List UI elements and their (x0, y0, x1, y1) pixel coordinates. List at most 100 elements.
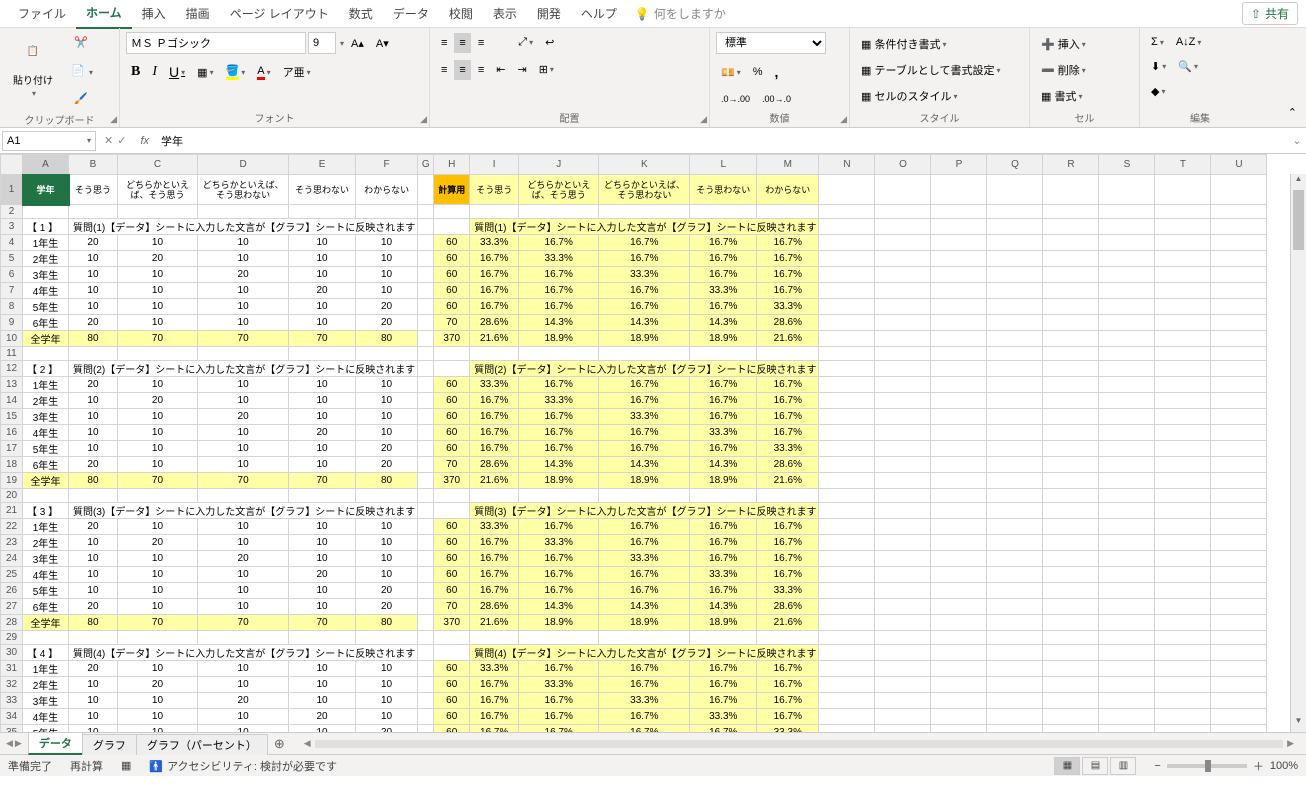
cell[interactable] (690, 631, 757, 645)
cell[interactable]: 10 (69, 251, 118, 267)
cell[interactable]: 10 (69, 693, 118, 709)
cell[interactable]: 10 (198, 425, 289, 441)
cell[interactable]: 60 (434, 519, 470, 535)
cell[interactable]: 16.7% (690, 441, 757, 457)
cell[interactable] (418, 615, 434, 631)
cell[interactable] (418, 551, 434, 567)
cell[interactable] (987, 205, 1043, 219)
cell[interactable] (1043, 251, 1099, 267)
cell[interactable]: 20 (355, 583, 417, 599)
cell[interactable] (1211, 441, 1267, 457)
cell[interactable] (1155, 567, 1211, 583)
cell[interactable]: 16.7% (690, 725, 757, 733)
cell[interactable]: 10 (355, 235, 417, 251)
row-header-32[interactable]: 32 (1, 677, 23, 693)
cell[interactable] (690, 347, 757, 361)
cell[interactable] (1099, 393, 1155, 409)
cell[interactable] (1211, 267, 1267, 283)
cell[interactable]: 16.7% (599, 425, 690, 441)
row-header-19[interactable]: 19 (1, 473, 23, 489)
cell[interactable] (1155, 693, 1211, 709)
cell[interactable] (1099, 693, 1155, 709)
cell[interactable] (1043, 219, 1099, 235)
cell[interactable]: 10 (117, 457, 197, 473)
cell[interactable] (931, 503, 987, 519)
cell[interactable]: 16.7% (519, 583, 599, 599)
cell[interactable]: 20 (198, 267, 289, 283)
cell[interactable]: 18.9% (599, 615, 690, 631)
font-size-select[interactable] (308, 32, 336, 54)
cell[interactable] (1043, 283, 1099, 299)
cell[interactable] (875, 473, 931, 489)
cell[interactable]: 16.7% (519, 551, 599, 567)
align-center-button[interactable]: ≡ (454, 60, 470, 80)
col-header-B[interactable]: B (69, 155, 118, 175)
vertical-scrollbar[interactable]: ▲ ▼ (1290, 174, 1306, 732)
cell[interactable] (1099, 283, 1155, 299)
cell[interactable] (434, 205, 470, 219)
cell[interactable]: 16.7% (757, 267, 819, 283)
cell[interactable] (931, 425, 987, 441)
align-launcher[interactable]: ◢ (700, 114, 707, 125)
cell[interactable] (1155, 175, 1211, 205)
cell[interactable]: 16.7% (519, 519, 599, 535)
row-header-7[interactable]: 7 (1, 283, 23, 299)
cell[interactable] (875, 693, 931, 709)
row-header-28[interactable]: 28 (1, 615, 23, 631)
cell[interactable]: 10 (198, 535, 289, 551)
tab-view[interactable]: 表示 (483, 0, 527, 28)
cell[interactable]: 33.3% (757, 725, 819, 733)
italic-button[interactable]: I (147, 60, 162, 84)
zoom-level[interactable]: 100% (1270, 760, 1298, 772)
cell[interactable]: 33.3% (470, 377, 519, 393)
cell[interactable] (1099, 331, 1155, 347)
percent-button[interactable]: % (748, 62, 768, 82)
cell[interactable]: 10 (69, 283, 118, 299)
cell[interactable]: 16.7% (470, 393, 519, 409)
cell[interactable] (418, 205, 434, 219)
cell[interactable] (819, 441, 875, 457)
autosum-button[interactable]: Σ▾ (1146, 32, 1169, 52)
cell[interactable]: 60 (434, 725, 470, 733)
cell[interactable]: 70 (434, 315, 470, 331)
cell[interactable] (418, 631, 434, 645)
cell[interactable] (1211, 219, 1267, 235)
cell[interactable] (418, 503, 434, 519)
name-box[interactable]: A1▾ (2, 131, 96, 151)
cell[interactable]: 3年生 (23, 267, 69, 283)
cell[interactable]: 16.7% (519, 693, 599, 709)
cell[interactable]: 16.7% (519, 409, 599, 425)
row-header-29[interactable]: 29 (1, 631, 23, 645)
row-header-25[interactable]: 25 (1, 567, 23, 583)
cell[interactable] (355, 347, 417, 361)
tell-me-search[interactable]: 💡 何をしますか (627, 5, 734, 22)
scroll-down-button[interactable]: ▼ (1291, 716, 1306, 732)
cell[interactable] (931, 175, 987, 205)
cell[interactable]: 16.7% (599, 583, 690, 599)
cell[interactable]: 70 (198, 473, 289, 489)
cell[interactable] (931, 725, 987, 733)
cell[interactable]: 18.9% (690, 331, 757, 347)
decrease-font-button[interactable]: A▾ (371, 33, 394, 54)
cell[interactable] (1155, 535, 1211, 551)
cell[interactable] (819, 425, 875, 441)
cell[interactable] (875, 583, 931, 599)
cell[interactable] (875, 267, 931, 283)
cell[interactable] (69, 205, 118, 219)
cell[interactable] (1099, 631, 1155, 645)
cell[interactable] (931, 315, 987, 331)
cell[interactable]: 16.7% (599, 661, 690, 677)
cell[interactable] (875, 645, 931, 661)
cell[interactable] (1211, 409, 1267, 425)
cell[interactable]: 16.7% (470, 409, 519, 425)
row-header-34[interactable]: 34 (1, 709, 23, 725)
cell[interactable] (931, 393, 987, 409)
cell[interactable]: 33.3% (599, 409, 690, 425)
cell[interactable] (1099, 567, 1155, 583)
cell[interactable]: 20 (355, 315, 417, 331)
cell[interactable] (931, 551, 987, 567)
cell[interactable] (1099, 175, 1155, 205)
cell[interactable] (1155, 283, 1211, 299)
row-header-5[interactable]: 5 (1, 251, 23, 267)
cell[interactable]: 60 (434, 661, 470, 677)
